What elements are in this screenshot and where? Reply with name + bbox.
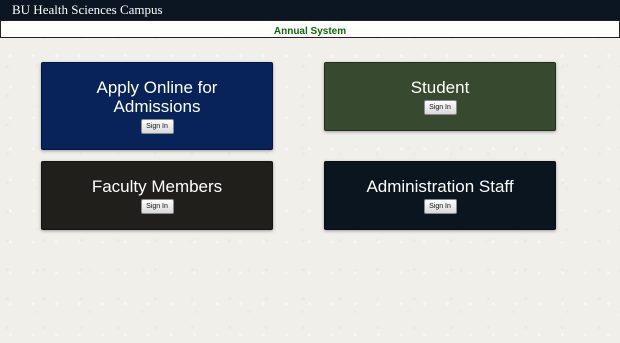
faculty-sign-in-button[interactable]: Sign In <box>140 199 174 214</box>
administration-tile[interactable]: Administration Staff Sign In <box>324 161 556 230</box>
system-name: Annual System <box>273 26 347 37</box>
student-sign-in-button[interactable]: Sign In <box>423 100 457 115</box>
apply-sign-in-button[interactable]: Sign In <box>140 119 174 134</box>
administration-title: Administration Staff <box>366 177 514 196</box>
faculty-title: Faculty Members <box>91 177 223 196</box>
apply-online-title: Apply Online for Admissions <box>96 78 218 116</box>
top-bar: BU Health Sciences Campus <box>0 0 620 20</box>
system-banner: Annual System <box>0 20 620 38</box>
faculty-tile[interactable]: Faculty Members Sign In <box>41 161 273 230</box>
site-title[interactable]: BU Health Sciences Campus <box>12 2 163 18</box>
administration-sign-in-button[interactable]: Sign In <box>423 199 457 214</box>
apply-online-tile[interactable]: Apply Online for Admissions Sign In <box>41 62 273 150</box>
student-title: Student <box>410 78 470 97</box>
student-tile[interactable]: Student Sign In <box>324 62 556 131</box>
